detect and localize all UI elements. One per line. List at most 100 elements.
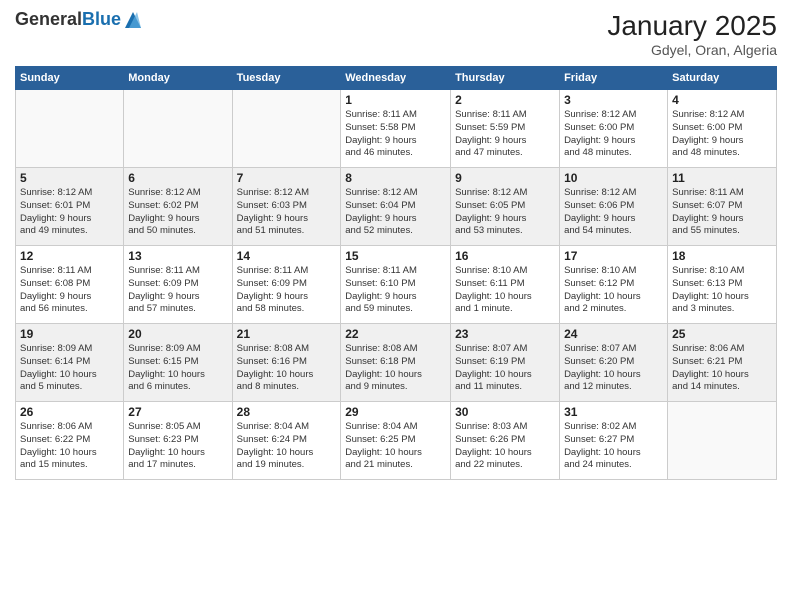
- calendar-week-3: 19 Sunrise: 8:09 AM Sunset: 6:14 PM Dayli…: [16, 324, 777, 402]
- calendar-header-row: Sunday Monday Tuesday Wednesday Thursday…: [16, 67, 777, 90]
- calendar-cell: 30 Sunrise: 8:03 AM Sunset: 6:26 PM Dayli…: [451, 402, 560, 480]
- calendar-cell: 31 Sunrise: 8:02 AM Sunset: 6:27 PM Dayli…: [560, 402, 668, 480]
- calendar-cell: 28Sunrise: 8:04 AM Sunset: 6:24 PM Dayli…: [232, 402, 341, 480]
- day-info: Sunrise: 8:10 AM Sunset: 6:13 PM Dayligh…: [672, 265, 772, 316]
- calendar-cell: 7Sunrise: 8:12 AM Sunset: 6:03 PM Daylig…: [232, 168, 341, 246]
- calendar-cell: 2 Sunrise: 8:11 AM Sunset: 5:59 PM Daylig…: [451, 90, 560, 168]
- day-number: 25: [672, 327, 772, 341]
- calendar-cell: 6Sunrise: 8:12 AM Sunset: 6:02 PM Daylig…: [124, 168, 232, 246]
- day-number: 23: [455, 327, 555, 341]
- day-number: 21: [237, 327, 337, 341]
- day-number: 26: [20, 405, 119, 419]
- calendar-cell: 24 Sunrise: 8:07 AM Sunset: 6:20 PM Dayli…: [560, 324, 668, 402]
- col-thursday: Thursday: [451, 67, 560, 90]
- calendar-cell: 25Sunrise: 8:06 AM Sunset: 6:21 PM Dayli…: [668, 324, 777, 402]
- calendar-cell: 11 Sunrise: 8:11 AM Sunset: 6:07 PM Dayli…: [668, 168, 777, 246]
- day-info: Sunrise: 8:12 AM Sunset: 6:00 PM Dayligh…: [672, 109, 772, 160]
- day-number: 14: [237, 249, 337, 263]
- day-number: 2: [455, 93, 555, 107]
- calendar-cell: 8 Sunrise: 8:12 AM Sunset: 6:04 PM Daylig…: [341, 168, 451, 246]
- day-info: Sunrise: 8:04 AM Sunset: 6:24 PM Dayligh…: [237, 421, 337, 472]
- calendar: Sunday Monday Tuesday Wednesday Thursday…: [15, 66, 777, 480]
- day-number: 29: [345, 405, 446, 419]
- calendar-cell: 14 Sunrise: 8:11 AM Sunset: 6:09 PM Dayli…: [232, 246, 341, 324]
- day-number: 7: [237, 171, 337, 185]
- day-info: Sunrise: 8:11 AM Sunset: 5:58 PM Dayligh…: [345, 109, 446, 160]
- month-title: January 2025: [607, 10, 777, 42]
- day-info: Sunrise: 8:08 AM Sunset: 6:16 PM Dayligh…: [237, 343, 337, 394]
- day-number: 31: [564, 405, 663, 419]
- calendar-cell: 16Sunrise: 8:10 AM Sunset: 6:11 PM Dayli…: [451, 246, 560, 324]
- col-friday: Friday: [560, 67, 668, 90]
- calendar-cell: 19 Sunrise: 8:09 AM Sunset: 6:14 PM Dayli…: [16, 324, 124, 402]
- calendar-cell: 10Sunrise: 8:12 AM Sunset: 6:06 PM Dayli…: [560, 168, 668, 246]
- day-info: Sunrise: 8:12 AM Sunset: 6:00 PM Dayligh…: [564, 109, 663, 160]
- day-number: 18: [672, 249, 772, 263]
- day-info: Sunrise: 8:07 AM Sunset: 6:19 PM Dayligh…: [455, 343, 555, 394]
- day-number: 13: [128, 249, 227, 263]
- day-info: Sunrise: 8:11 AM Sunset: 6:07 PM Dayligh…: [672, 187, 772, 238]
- day-info: Sunrise: 8:10 AM Sunset: 6:11 PM Dayligh…: [455, 265, 555, 316]
- day-number: 20: [128, 327, 227, 341]
- day-info: Sunrise: 8:12 AM Sunset: 6:05 PM Dayligh…: [455, 187, 555, 238]
- day-number: 4: [672, 93, 772, 107]
- day-number: 8: [345, 171, 446, 185]
- day-number: 19: [20, 327, 119, 341]
- day-number: 6: [128, 171, 227, 185]
- col-wednesday: Wednesday: [341, 67, 451, 90]
- calendar-cell: [16, 90, 124, 168]
- day-number: 11: [672, 171, 772, 185]
- day-number: 24: [564, 327, 663, 341]
- day-info: Sunrise: 8:09 AM Sunset: 6:14 PM Dayligh…: [20, 343, 119, 394]
- day-info: Sunrise: 8:02 AM Sunset: 6:27 PM Dayligh…: [564, 421, 663, 472]
- day-number: 10: [564, 171, 663, 185]
- calendar-cell: 18 Sunrise: 8:10 AM Sunset: 6:13 PM Dayli…: [668, 246, 777, 324]
- day-info: Sunrise: 8:12 AM Sunset: 6:01 PM Dayligh…: [20, 187, 119, 238]
- day-number: 17: [564, 249, 663, 263]
- header: GeneralBlue January 2025 Gdyel, Oran, Al…: [15, 10, 777, 58]
- calendar-cell: 29Sunrise: 8:04 AM Sunset: 6:25 PM Dayli…: [341, 402, 451, 480]
- day-info: Sunrise: 8:11 AM Sunset: 6:09 PM Dayligh…: [237, 265, 337, 316]
- day-number: 27: [128, 405, 227, 419]
- calendar-cell: 17 Sunrise: 8:10 AM Sunset: 6:12 PM Dayli…: [560, 246, 668, 324]
- logo-general: GeneralBlue: [15, 10, 121, 30]
- calendar-cell: 15 Sunrise: 8:11 AM Sunset: 6:10 PM Dayli…: [341, 246, 451, 324]
- calendar-cell: 3Sunrise: 8:12 AM Sunset: 6:00 PM Daylig…: [560, 90, 668, 168]
- day-info: Sunrise: 8:11 AM Sunset: 6:10 PM Dayligh…: [345, 265, 446, 316]
- calendar-cell: [232, 90, 341, 168]
- day-info: Sunrise: 8:08 AM Sunset: 6:18 PM Dayligh…: [345, 343, 446, 394]
- col-sunday: Sunday: [16, 67, 124, 90]
- day-info: Sunrise: 8:05 AM Sunset: 6:23 PM Dayligh…: [128, 421, 227, 472]
- day-number: 5: [20, 171, 119, 185]
- calendar-cell: 21 Sunrise: 8:08 AM Sunset: 6:16 PM Dayli…: [232, 324, 341, 402]
- day-info: Sunrise: 8:03 AM Sunset: 6:26 PM Dayligh…: [455, 421, 555, 472]
- calendar-cell: 20 Sunrise: 8:09 AM Sunset: 6:15 PM Dayli…: [124, 324, 232, 402]
- calendar-cell: 13 Sunrise: 8:11 AM Sunset: 6:09 PM Dayli…: [124, 246, 232, 324]
- day-info: Sunrise: 8:11 AM Sunset: 5:59 PM Dayligh…: [455, 109, 555, 160]
- col-monday: Monday: [124, 67, 232, 90]
- calendar-cell: 22 Sunrise: 8:08 AM Sunset: 6:18 PM Dayli…: [341, 324, 451, 402]
- day-info: Sunrise: 8:10 AM Sunset: 6:12 PM Dayligh…: [564, 265, 663, 316]
- page: GeneralBlue January 2025 Gdyel, Oran, Al…: [0, 0, 792, 612]
- day-info: Sunrise: 8:09 AM Sunset: 6:15 PM Dayligh…: [128, 343, 227, 394]
- day-number: 9: [455, 171, 555, 185]
- day-info: Sunrise: 8:12 AM Sunset: 6:04 PM Dayligh…: [345, 187, 446, 238]
- col-saturday: Saturday: [668, 67, 777, 90]
- day-info: Sunrise: 8:11 AM Sunset: 6:08 PM Dayligh…: [20, 265, 119, 316]
- day-number: 15: [345, 249, 446, 263]
- calendar-cell: 1Sunrise: 8:11 AM Sunset: 5:58 PM Daylig…: [341, 90, 451, 168]
- calendar-week-1: 5 Sunrise: 8:12 AM Sunset: 6:01 PM Daylig…: [16, 168, 777, 246]
- col-tuesday: Tuesday: [232, 67, 341, 90]
- logo-icon: [123, 10, 143, 30]
- day-info: Sunrise: 8:11 AM Sunset: 6:09 PM Dayligh…: [128, 265, 227, 316]
- day-number: 22: [345, 327, 446, 341]
- title-section: January 2025 Gdyel, Oran, Algeria: [607, 10, 777, 58]
- calendar-cell: [668, 402, 777, 480]
- day-info: Sunrise: 8:06 AM Sunset: 6:22 PM Dayligh…: [20, 421, 119, 472]
- day-number: 30: [455, 405, 555, 419]
- calendar-cell: 12Sunrise: 8:11 AM Sunset: 6:08 PM Dayli…: [16, 246, 124, 324]
- calendar-cell: 23 Sunrise: 8:07 AM Sunset: 6:19 PM Dayli…: [451, 324, 560, 402]
- day-info: Sunrise: 8:07 AM Sunset: 6:20 PM Dayligh…: [564, 343, 663, 394]
- calendar-week-2: 12Sunrise: 8:11 AM Sunset: 6:08 PM Dayli…: [16, 246, 777, 324]
- calendar-cell: [124, 90, 232, 168]
